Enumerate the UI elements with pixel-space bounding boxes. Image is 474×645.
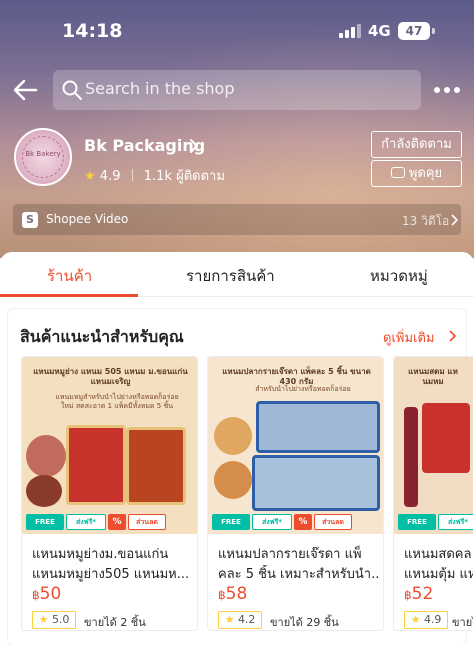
chevron-right-icon (451, 214, 459, 226)
search-placeholder: Search in the shop (85, 79, 235, 98)
product-name: แหนมตุ้ม แหน (404, 567, 473, 582)
tab-products[interactable]: รายการสินค้า (186, 264, 275, 288)
shop-avatar[interactable]: Bk Bakery (14, 128, 72, 186)
product-rating: ★ 4.2 (218, 611, 262, 629)
chat-button[interactable]: พูดคุย (371, 160, 462, 187)
star-icon: ★ (84, 169, 96, 184)
image-subtext: แหนมหมูสำหรับนำไปย่างหรือทอดก็อร่อย ใหม่… (55, 393, 179, 410)
product-pack-image (252, 455, 380, 511)
free-badge: FREE (398, 514, 436, 530)
chevron-right-icon[interactable] (188, 138, 200, 154)
shopee-video-bar[interactable]: S Shopee Video 13 วิดีโอ (13, 204, 461, 235)
chevron-right-icon[interactable] (448, 329, 458, 343)
chat-label: พูดคุย (408, 166, 443, 181)
chat-icon (390, 167, 405, 178)
image-headline: แหนมหมูย่าง แหนม 505 แหนม ม.ขอนแก่น แหนม… (33, 367, 188, 386)
network-label: 4G (368, 22, 391, 40)
product-food-image (26, 435, 66, 477)
product-sold: ขายได้ 29 ชิ้น (270, 616, 339, 629)
free-badge: FREE (212, 514, 250, 530)
percent-badge: % (294, 514, 312, 530)
shop-rating: 4.9 (99, 169, 121, 184)
product-card[interactable]: แหนมหมูย่าง แหนม 505 แหนม ม.ขอนแก่น แหนม… (21, 356, 198, 631)
tab-shop[interactable]: ร้านค้า (47, 264, 92, 288)
product-food-image (26, 475, 62, 507)
product-sold: ขายได้ 2 ชิ้น (84, 616, 146, 629)
product-pack-image (126, 427, 186, 505)
star-icon: ★ (410, 613, 421, 626)
product-pack-image (404, 407, 418, 507)
image-subtext: สำหรับนำไปย่างหรือทอดก็อร่อย (255, 385, 351, 393)
recommended-section: สินค้าแนะนำสำหรับคุณ ดูเพิ่มเติม แหนมหมู… (8, 309, 473, 645)
shop-followers: 1.1k ผู้ติดตาม (143, 169, 225, 184)
product-price: ฿50 (32, 584, 62, 604)
discount-badge: ส่วนลด (314, 514, 352, 530)
search-icon (62, 80, 82, 100)
free-badge: FREE (26, 514, 64, 530)
video-count: 13 วิดีโอ (402, 214, 450, 228)
section-title: สินค้าแนะนำสำหรับคุณ (20, 327, 184, 346)
status-bar: 14:18 4G 47 (0, 0, 474, 60)
battery-icon: 47 (398, 22, 430, 40)
battery-tip (432, 28, 435, 34)
product-name: คละ 5 ชิ้น เหมาะสำหรับนำ... (218, 567, 380, 582)
video-label: Shopee Video (46, 212, 129, 226)
image-headline: แหนมปลากรายเจ๊รดา แพ็คละ 5 ชิ้น ขนาด 430… (222, 367, 371, 386)
more-icon[interactable] (434, 80, 462, 100)
tab-bar: ร้านค้า รายการสินค้า หมวดหมู่ (0, 252, 474, 297)
star-icon: ★ (224, 613, 235, 626)
promo-badges: FREE ส่งฟรี* % ส่วนลด (212, 514, 382, 532)
content-sheet: ร้านค้า รายการสินค้า หมวดหมู่ สินค้าแนะน… (0, 252, 474, 645)
free-ship-badge: ส่งฟรี* (66, 514, 106, 530)
top-nav: Search in the shop (0, 68, 474, 112)
product-name: แหนมหมูย่างม.ขอนแก่น (32, 547, 169, 562)
tab-categories[interactable]: หมวดหมู่ (370, 264, 428, 288)
star-icon: ★ (38, 613, 49, 626)
see-more-link[interactable]: ดูเพิ่มเติม (383, 327, 434, 348)
image-headline: แหนมสดม แหนมหม (408, 367, 458, 386)
free-ship-badge: ส่งฟรี* (438, 514, 473, 530)
signal-icon (339, 24, 361, 38)
product-rating: ★ 4.9 (404, 611, 448, 629)
free-ship-badge: ส่งฟรี* (252, 514, 292, 530)
promo-badges: FREE ส่งฟรี* % ส่วนลด (26, 514, 196, 532)
shop-info: Bk Bakery Bk Packaging ★ 4.9 1.1k ผู้ติด… (0, 128, 474, 192)
back-arrow-icon[interactable] (10, 74, 42, 106)
promo-badges: FREE ส่งฟรี* (398, 514, 473, 532)
product-image: แหนมปลากรายเจ๊รดา แพ็คละ 5 ชิ้น ขนาด 430… (208, 357, 383, 534)
shop-rating-row: ★ 4.9 1.1k ผู้ติดตาม (84, 165, 225, 186)
product-price: ฿58 (218, 584, 248, 604)
product-card[interactable]: แหนมปลากรายเจ๊รดา แพ็คละ 5 ชิ้น ขนาด 430… (207, 356, 384, 631)
percent-badge: % (108, 514, 126, 530)
product-name: แหนมสดคล (404, 547, 472, 562)
product-pack-image (256, 401, 380, 453)
status-time: 14:18 (62, 20, 123, 42)
search-input[interactable]: Search in the shop (53, 70, 421, 110)
product-rating: ★ 5.0 (32, 611, 76, 629)
product-name: แหนมปลากรายเจ๊รดา แพ็ (218, 547, 362, 562)
product-food-image (214, 417, 252, 455)
product-pack-image (66, 425, 126, 505)
product-image: แหนมหมูย่าง แหนม 505 แหนม ม.ขอนแก่น แหนม… (22, 357, 197, 534)
tab-underline (0, 294, 138, 297)
product-sold: ขายได้ (452, 616, 473, 629)
product-card[interactable]: แหนมสดม แหนมหม FREE ส่งฟรี* แหนมสดคล แหน… (393, 356, 473, 631)
video-icon: S (22, 212, 38, 228)
product-pack-image (422, 403, 470, 473)
following-button[interactable]: กำลังติดตาม (371, 131, 462, 158)
avatar-text: Bk Bakery (25, 150, 61, 158)
product-price: ฿52 (404, 584, 434, 604)
divider (131, 169, 133, 181)
product-name: แหนมหมูย่าง505 แหนมห... (32, 567, 190, 582)
product-food-image (214, 461, 252, 499)
discount-badge: ส่วนลด (128, 514, 166, 530)
product-image: แหนมสดม แหนมหม FREE ส่งฟรี* (394, 357, 473, 534)
